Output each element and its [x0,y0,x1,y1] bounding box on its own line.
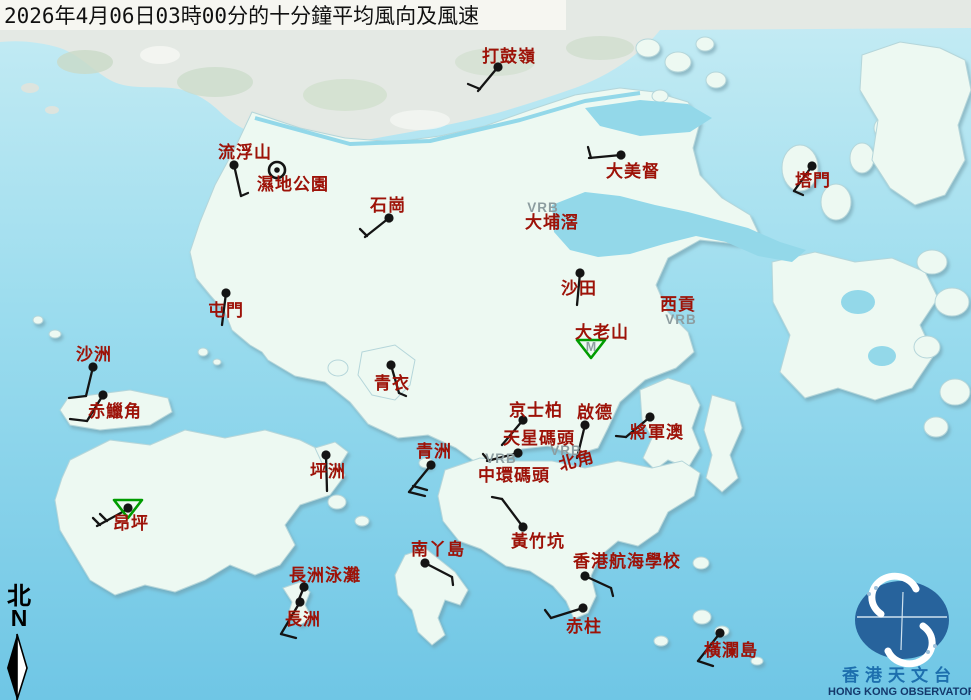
station-dot [386,360,395,369]
station-label: 橫瀾島 [704,640,758,661]
wind-map-screen: 打鼓嶺流浮山濕地公園石崗大美督塔門VRB大埔滘沙田VRB西貢M大老山屯門沙洲赤鱲… [0,0,971,700]
vrb-flag: VRB [485,451,517,466]
hko-logo-cjk: 香港天文台 [828,661,971,686]
title-bar: 2026年4月06日03時00分的十分鐘平均風向及風速 [0,0,566,30]
station-label: 青衣 [374,373,410,394]
station-label: 青洲 [416,441,452,462]
station-label: 南丫島 [411,539,465,560]
station-label: 赤柱 [566,616,602,637]
station-label: 石崗 [369,196,406,216]
station-dot [123,503,132,512]
station-label: 長洲 [285,610,321,630]
station-dot [645,412,654,421]
station-dot [98,390,107,399]
station-dot [295,597,304,606]
station-dot [578,603,587,612]
hko-logo-en: HONG KONG OBSERVATORY [828,686,971,698]
compass-labels: 北 N [2,584,36,629]
station-label: 中環碼頭 [478,465,550,486]
station-label: 啟德 [577,402,613,423]
wind-barb [452,577,453,585]
north-label-latin: N [2,608,36,629]
station-label: 大美督 [606,161,660,182]
station-label: 沙洲 [76,345,112,365]
wind-barb [616,436,626,437]
station-dot [616,150,625,159]
station-dot [807,161,816,170]
station-dot [575,268,584,277]
station-label: 屯門 [208,300,244,321]
station-dot [321,450,330,459]
station: VRB西貢 [660,295,697,327]
station-label: 將軍澳 [630,422,684,443]
station-label: 大埔滘 [525,212,579,233]
station-label: 濕地公園 [257,174,329,195]
station-label: 流浮山 [218,142,272,163]
calm-dot [274,167,280,173]
map-canvas: 打鼓嶺流浮山濕地公園石崗大美督塔門VRB大埔滘沙田VRB西貢M大老山屯門沙洲赤鱲… [0,0,971,700]
station-label: 打鼓嶺 [482,46,536,67]
station-label: 沙田 [561,279,597,299]
station-dot [715,628,724,637]
land-saikung [772,252,938,400]
station-label: 坪洲 [310,462,346,482]
station-label: 香港航海學校 [573,551,681,572]
station-label: 大老山 [575,322,629,343]
hko-logo: 香港天文台 HONG KONG OBSERVATORY [828,578,971,700]
station-label: 塔門 [795,170,831,191]
station-label: 長洲泳灘 [289,565,361,586]
station-dot [580,571,589,580]
station-label: 昂坪 [113,514,149,534]
station-label: 西貢 [660,295,696,315]
station-dot [518,522,527,531]
station-dot [221,288,230,297]
station-label: 京士柏 [509,400,563,421]
map-title: 2026年4月06日03時00分的十分鐘平均風向及風速 [0,0,479,30]
station-label: 黃竹坑 [510,531,565,552]
station-label: 赤鱲角 [88,401,142,422]
